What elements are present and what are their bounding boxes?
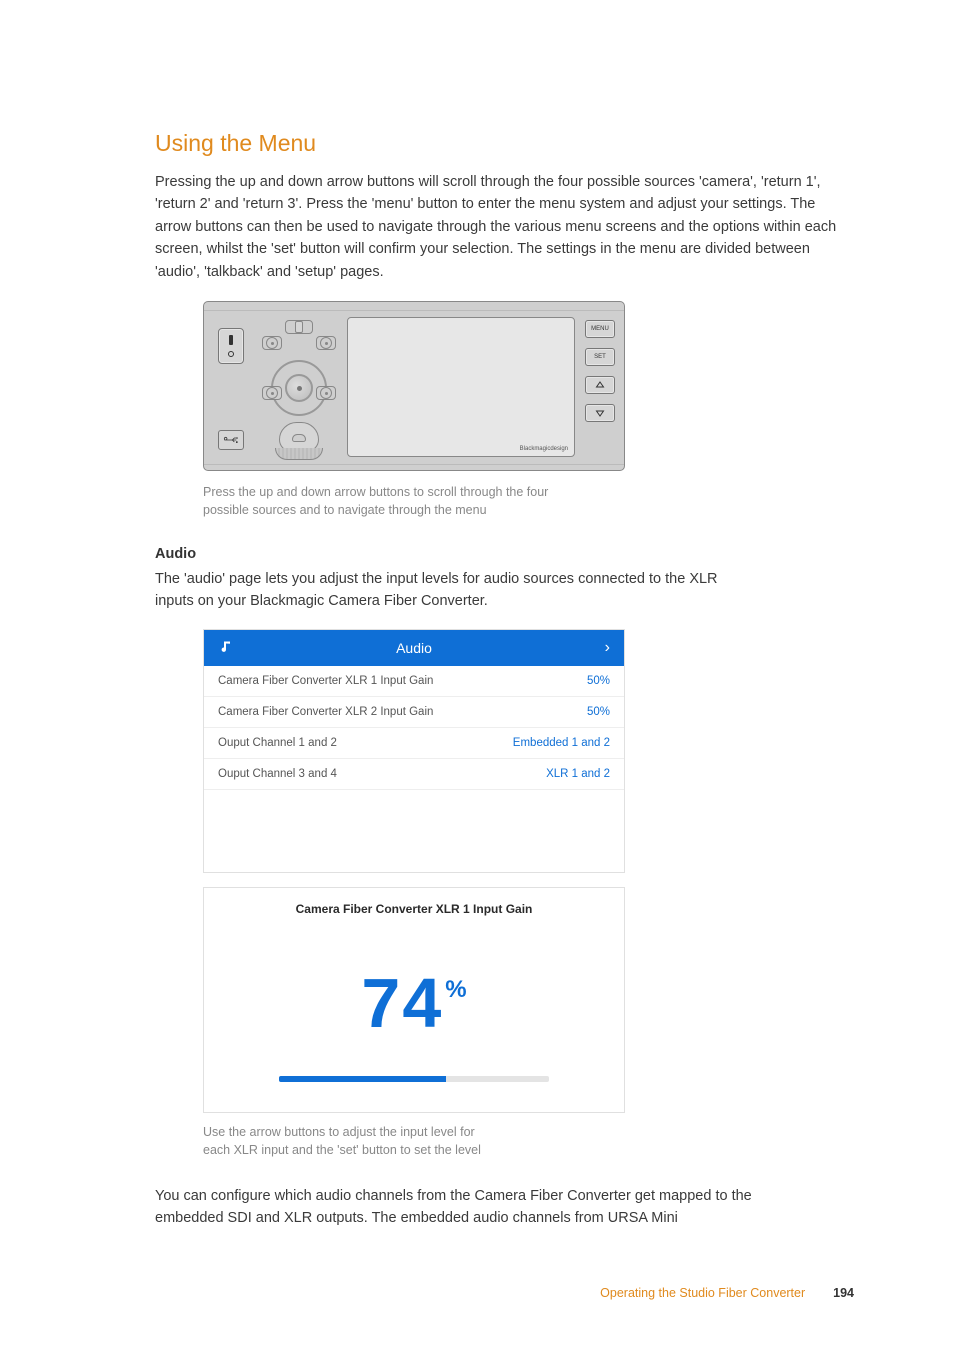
top-toggle-icon [285,320,313,334]
menu-row: Ouput Channel 3 and 4 XLR 1 and 2 [204,759,624,790]
menu-row-value: Embedded 1 and 2 [513,737,610,749]
music-note-icon [218,638,234,657]
page-footer: Operating the Studio Fiber Converter 194 [0,1286,954,1300]
knob-cluster [258,314,340,462]
gain-value-display: 74% [204,924,624,1076]
gain-progress-bar [279,1076,549,1082]
closing-paragraph: You can configure which audio channels f… [155,1185,760,1230]
audio-paragraph: The 'audio' page lets you adjust the inp… [155,568,755,613]
menu-row-label: Ouput Channel 3 and 4 [218,768,337,780]
gain-adjust-card: Camera Fiber Converter XLR 1 Input Gain … [203,887,625,1113]
dial-icon [262,386,282,400]
menu-row: Camera Fiber Converter XLR 1 Input Gain … [204,666,624,697]
menu-rows: Camera Fiber Converter XLR 1 Input Gain … [204,666,624,872]
dial-icon [316,336,336,350]
figure-caption: Use the arrow buttons to adjust the inpu… [203,1123,563,1159]
menu-row-label: Camera Fiber Converter XLR 2 Input Gain [218,706,433,718]
menu-row-value: XLR 1 and 2 [546,768,610,780]
device-illustration: Blackmagicdesign MENU SET [203,301,625,471]
audio-subheading: Audio [155,546,854,562]
big-knob-icon [275,420,323,460]
triangle-up-icon [595,380,605,390]
document-page: Using the Menu Pressing the up and down … [0,0,954,1350]
down-button [585,404,615,422]
figure-caption: Press the up and down arrow buttons to s… [203,483,583,519]
percent-symbol: % [445,976,466,1003]
intro-paragraph: Pressing the up and down arrow buttons w… [155,171,854,283]
footer-section: Operating the Studio Fiber Converter [600,1286,805,1300]
gain-title: Camera Fiber Converter XLR 1 Input Gain [204,888,624,924]
menu-row-label: Camera Fiber Converter XLR 1 Input Gain [218,675,433,687]
usb-icon [218,430,244,450]
audio-menu-card: Audio › Camera Fiber Converter XLR 1 Inp… [203,629,625,873]
up-button [585,376,615,394]
caption-line: Press the up and down arrow buttons to s… [203,485,548,499]
footer-page-number: 194 [833,1286,854,1300]
dial-icon [262,336,282,350]
gain-progress-fill [279,1076,446,1082]
menu-row-label: Ouput Channel 1 and 2 [218,737,337,749]
device-figure: Blackmagicdesign MENU SET Press the up a… [155,301,854,519]
device-screen: Blackmagicdesign [347,317,575,457]
brand-signature: Blackmagicdesign [520,446,568,452]
chevron-right-icon: › [605,639,610,657]
menu-row-value: 50% [587,706,610,718]
menu-title: Audio [396,640,432,656]
caption-line: possible sources and to navigate through… [203,503,487,517]
caption-line: Use the arrow buttons to adjust the inpu… [203,1125,475,1139]
menu-button: MENU [585,320,615,338]
menu-header: Audio › [204,630,624,666]
menu-row-value: 50% [587,675,610,687]
set-button: SET [585,348,615,366]
menu-row: Camera Fiber Converter XLR 2 Input Gain … [204,697,624,728]
power-button [218,328,244,364]
dial-icon [316,386,336,400]
caption-line: each XLR input and the 'set' button to s… [203,1143,481,1157]
menu-row: Ouput Channel 1 and 2 Embedded 1 and 2 [204,728,624,759]
gain-number: 74 [361,968,443,1038]
page-heading: Using the Menu [155,130,854,157]
triangle-down-icon [595,408,605,418]
